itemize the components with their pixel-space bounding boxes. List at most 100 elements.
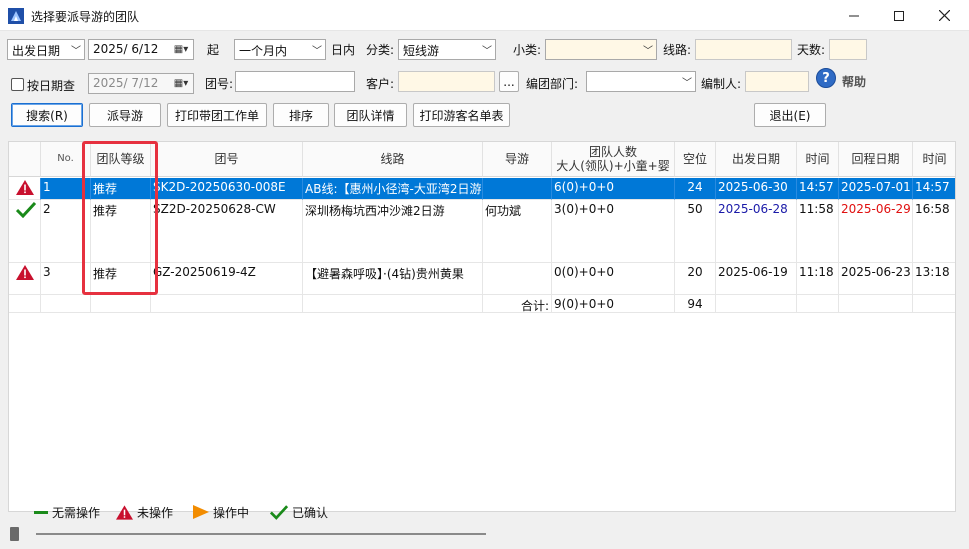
row-people: 6(0)+0+0 bbox=[552, 178, 675, 200]
header-guide[interactable]: 导游 bbox=[483, 142, 552, 177]
check-icon bbox=[15, 201, 37, 219]
row-route: 深圳杨梅坑西冲沙滩2日游 bbox=[303, 200, 483, 263]
row-depart-time: 14:57 bbox=[797, 178, 839, 200]
search-button[interactable]: 搜索(R) bbox=[11, 103, 83, 127]
start-date-input[interactable]: 2025/ 6/12 ▦▾ bbox=[88, 39, 194, 60]
range-value: 一个月内 bbox=[239, 44, 288, 58]
close-button[interactable] bbox=[921, 0, 967, 31]
date-type-value: 出发日期 bbox=[12, 44, 61, 58]
check-icon bbox=[270, 504, 288, 520]
range-suffix-label: 日内 bbox=[331, 43, 356, 57]
header-route[interactable]: 线路 bbox=[303, 142, 483, 177]
print-worksheet-button[interactable]: 打印带团工作单 bbox=[167, 103, 267, 127]
chevron-down-icon: ﹀ bbox=[682, 78, 692, 89]
end-date-input[interactable]: 2025/ 7/12 ▦▾ bbox=[88, 73, 194, 94]
title-bar: 选择要派导游的团队 bbox=[0, 0, 969, 31]
close-icon bbox=[938, 10, 950, 21]
legend-not-done-label: 未操作 bbox=[137, 505, 174, 520]
calendar-icon[interactable]: ▦▾ bbox=[171, 42, 191, 57]
days-label: 天数: bbox=[797, 43, 826, 57]
horizontal-scrollbar[interactable] bbox=[8, 526, 956, 542]
exit-button[interactable]: 退出(E) bbox=[754, 103, 826, 127]
chevron-down-icon: ﹀ bbox=[643, 46, 653, 57]
header-depart-time[interactable]: 时间 bbox=[797, 142, 839, 177]
help-icon[interactable]: ? bbox=[816, 68, 836, 88]
sort-button[interactable]: 排序 bbox=[273, 103, 329, 127]
row-depart-date: 2025-06-19 bbox=[716, 263, 797, 295]
category-select[interactable]: 短线游 ﹀ bbox=[398, 39, 496, 60]
warning-icon bbox=[16, 180, 34, 195]
row-vacancy: 24 bbox=[675, 178, 716, 200]
help-label[interactable]: 帮助 bbox=[842, 73, 866, 90]
group-no-input[interactable] bbox=[235, 71, 355, 92]
row-return-date: 2025-07-01 bbox=[839, 178, 913, 200]
row-return-time: 13:18 bbox=[913, 263, 955, 295]
window-title: 选择要派导游的团队 bbox=[31, 10, 140, 24]
customer-input[interactable] bbox=[398, 71, 495, 92]
total-return-time bbox=[913, 295, 955, 313]
row-return-date: 2025-06-23 bbox=[839, 263, 913, 295]
row-vacancy: 50 bbox=[675, 200, 716, 263]
date-type-select[interactable]: 出发日期 ﹀ bbox=[7, 39, 85, 60]
route-input[interactable] bbox=[695, 39, 792, 60]
row-depart-date: 2025-06-30 bbox=[716, 178, 797, 200]
legend-none: 无需操作 bbox=[34, 503, 100, 521]
total-status bbox=[9, 295, 41, 313]
row-route: 【避暑森呼吸】·(4钻)贵州黄果 bbox=[303, 263, 483, 295]
row-group-no: SZ2D-20250628-CW bbox=[151, 200, 303, 263]
row-depart-time: 11:58 bbox=[797, 200, 839, 263]
row-depart-date: 2025-06-28 bbox=[716, 200, 797, 263]
dept-select[interactable]: ﹀ bbox=[586, 71, 696, 92]
assign-guide-button[interactable]: 派导游 bbox=[89, 103, 161, 127]
row-depart-time: 11:18 bbox=[797, 263, 839, 295]
level-column-highlight bbox=[82, 141, 158, 295]
row-vacancy: 20 bbox=[675, 263, 716, 295]
status-cell bbox=[9, 263, 41, 295]
days-input[interactable] bbox=[829, 39, 867, 60]
customer-label: 客户: bbox=[366, 77, 395, 91]
row-route: AB线:【惠州小径湾-大亚湾2日游 bbox=[303, 178, 483, 200]
calendar-icon[interactable]: ▦▾ bbox=[171, 76, 191, 91]
header-people[interactable]: 团队人数 大人(领队)+小童+婴 bbox=[552, 142, 675, 177]
row-return-date: 2025-06-29 bbox=[839, 200, 913, 263]
creator-input[interactable] bbox=[745, 71, 809, 92]
legend-confirmed: 已确认 bbox=[270, 503, 328, 521]
header-vacancy[interactable]: 空位 bbox=[675, 142, 716, 177]
total-people: 9(0)+0+0 bbox=[552, 295, 675, 313]
status-cell bbox=[9, 178, 41, 200]
subcategory-label: 小类: bbox=[513, 43, 542, 57]
route-label: 线路: bbox=[663, 43, 692, 57]
maximize-button[interactable] bbox=[876, 0, 922, 31]
start-suffix-label: 起 bbox=[207, 43, 220, 57]
by-date-checkbox[interactable] bbox=[11, 78, 24, 91]
minimize-icon bbox=[849, 15, 859, 16]
total-no bbox=[41, 295, 91, 313]
scroll-thumb[interactable] bbox=[10, 527, 19, 541]
header-depart-date[interactable]: 出发日期 bbox=[716, 142, 797, 177]
row-people: 3(0)+0+0 bbox=[552, 200, 675, 263]
category-label: 分类: bbox=[366, 43, 395, 57]
total-depart-time bbox=[797, 295, 839, 313]
print-guest-list-button[interactable]: 打印游客名单表 bbox=[413, 103, 510, 127]
warning-icon bbox=[16, 265, 34, 280]
range-select[interactable]: 一个月内 ﹀ bbox=[234, 39, 326, 60]
total-route bbox=[303, 295, 483, 313]
legend-none-label: 无需操作 bbox=[52, 505, 101, 520]
total-row: 合计: 9(0)+0+0 94 bbox=[9, 295, 955, 313]
customer-browse-button[interactable]: ... bbox=[499, 71, 519, 92]
header-group-no[interactable]: 团号 bbox=[151, 142, 303, 177]
header-return-time[interactable]: 时间 bbox=[913, 142, 955, 177]
total-label: 合计: bbox=[483, 295, 552, 313]
status-cell bbox=[9, 200, 41, 263]
minimize-button[interactable] bbox=[831, 0, 877, 31]
row-return-time: 14:57 bbox=[913, 178, 955, 200]
subcategory-select[interactable]: ﹀ bbox=[545, 39, 657, 60]
header-status bbox=[9, 142, 41, 177]
team-detail-button[interactable]: 团队详情 bbox=[334, 103, 407, 127]
row-group-no: SK2D-20250630-008E bbox=[151, 178, 303, 200]
legend-confirmed-label: 已确认 bbox=[292, 505, 329, 520]
scroll-track[interactable] bbox=[36, 533, 486, 535]
dept-label: 编团部门: bbox=[526, 77, 579, 91]
app-icon bbox=[8, 8, 24, 24]
header-return-date[interactable]: 回程日期 bbox=[839, 142, 913, 177]
